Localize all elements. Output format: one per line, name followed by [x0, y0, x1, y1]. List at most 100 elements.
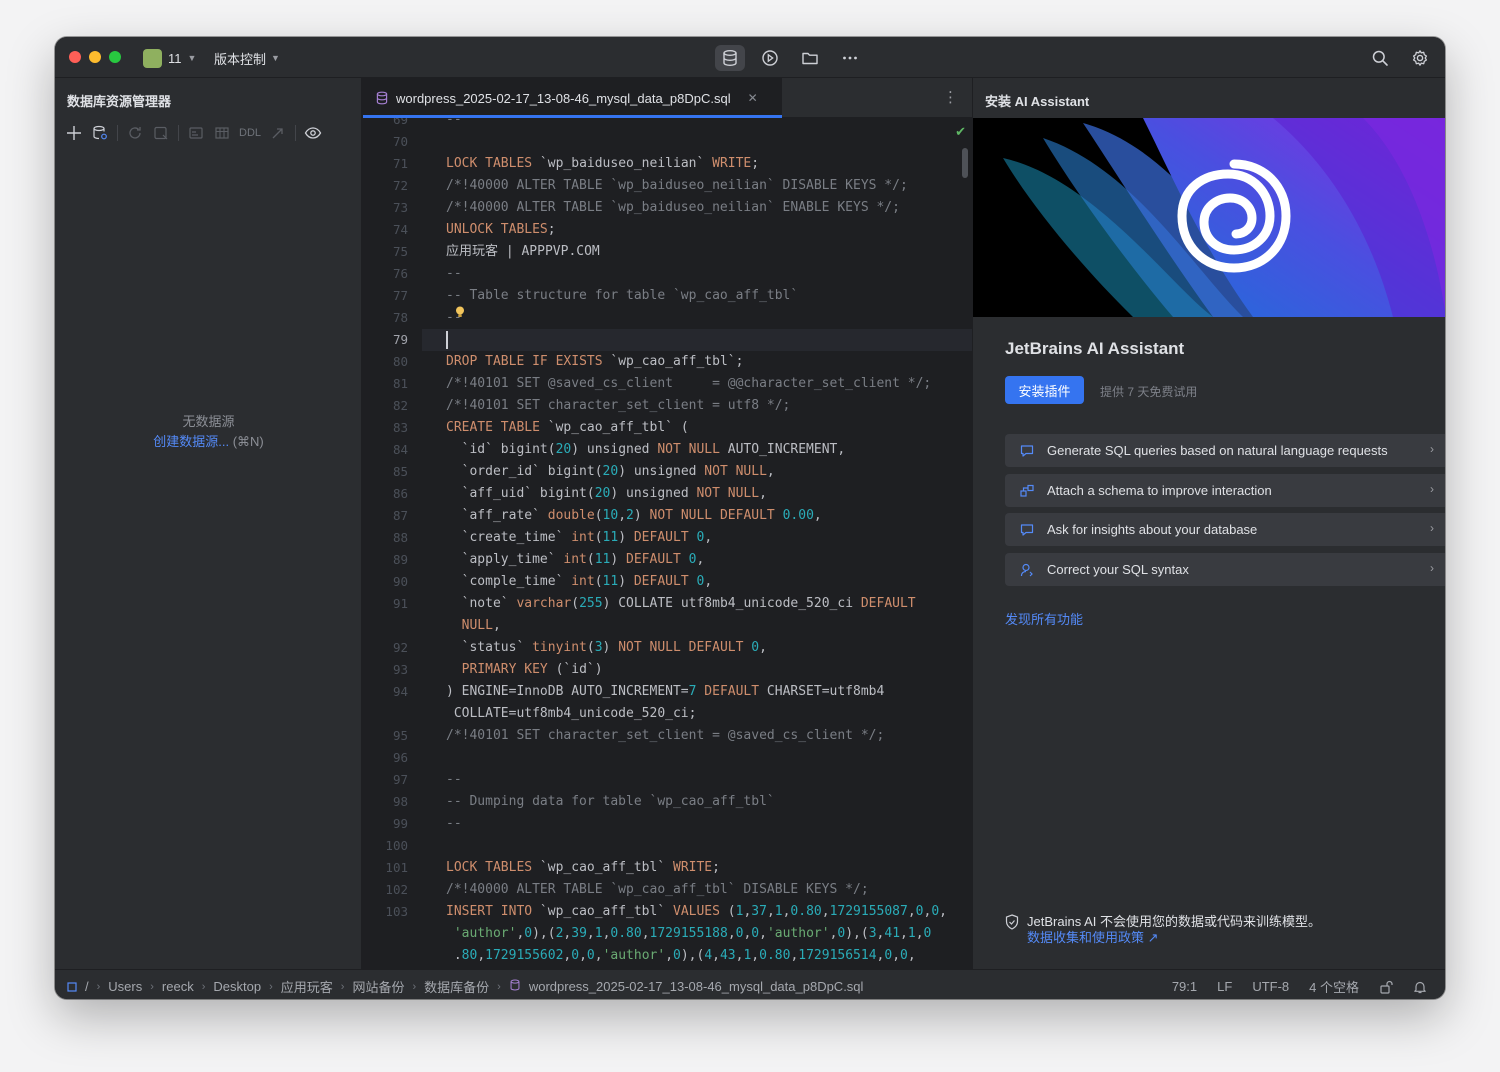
- person-icon: [1019, 562, 1035, 578]
- feature-label: Generate SQL queries based on natural la…: [1047, 443, 1388, 458]
- vcs-menu[interactable]: 版本控制 ▼: [214, 48, 280, 68]
- code-line: ) ENGINE=InnoDB AUTO_INCREMENT=7 DEFAULT…: [446, 684, 885, 699]
- data-source-properties-button[interactable]: [91, 124, 109, 142]
- database-explorer-panel: 数据库资源管理器 DDL 无数据源 创建数据源... (⌘N): [55, 78, 362, 969]
- chevron-down-icon: ▼: [187, 53, 197, 63]
- lightbulb-icon[interactable]: [455, 305, 465, 317]
- trial-text: 提供 7 天免费试用: [1100, 385, 1198, 399]
- code-line: --: [446, 266, 462, 281]
- center-toolbar: [715, 45, 865, 71]
- database-settings-icon: [93, 125, 107, 140]
- chevron-right-icon: ›: [412, 980, 417, 993]
- code-line: `aff_uid` bigint(20) unsigned NOT NULL,: [446, 486, 767, 501]
- jump-button[interactable]: [269, 124, 287, 142]
- chevron-right-icon: ›: [269, 980, 273, 993]
- line-number: 89: [392, 552, 408, 567]
- view-options-button[interactable]: [304, 124, 322, 142]
- services-button[interactable]: [755, 45, 785, 71]
- minimize-window-button[interactable]: [89, 51, 101, 63]
- chevron-right-icon: ›: [96, 980, 101, 993]
- caret-position[interactable]: 79:1: [1172, 979, 1197, 994]
- discover-features-link[interactable]: 发现所有功能: [1005, 609, 1083, 628]
- create-data-source-link[interactable]: 创建数据源...: [153, 434, 229, 449]
- product-name: JetBrains AI Assistant: [1005, 339, 1185, 358]
- more-button[interactable]: [835, 45, 865, 71]
- project-switcher[interactable]: 11 ▼: [143, 48, 196, 68]
- search-button[interactable]: [1365, 45, 1395, 71]
- unlock-icon[interactable]: [1379, 980, 1393, 994]
- view-data-button[interactable]: [187, 124, 205, 142]
- files-button[interactable]: [795, 45, 825, 71]
- code-line: /*!40101 SET character_set_client = @sav…: [446, 728, 885, 743]
- ddl-button[interactable]: DDL: [239, 127, 261, 139]
- feature-item-ask-insights[interactable]: Ask for insights about your database ›: [1005, 513, 1445, 546]
- code-line: UNLOCK TABLES;: [446, 222, 556, 237]
- install-plugin-button[interactable]: 安装插件: [1005, 376, 1084, 404]
- privacy-policy-link[interactable]: 数据收集和使用政策 ↗: [1027, 930, 1321, 946]
- breadcrumb-item[interactable]: 数据库备份: [424, 977, 489, 996]
- breadcrumb-item[interactable]: reeck: [162, 979, 194, 994]
- line-number: 73: [392, 200, 408, 215]
- close-window-button[interactable]: [69, 51, 81, 63]
- empty-text: 无数据源: [182, 414, 235, 429]
- code-line: LOCK TABLES `wp_cao_aff_tbl` WRITE;: [446, 860, 720, 875]
- chevron-right-icon: ›: [497, 980, 501, 993]
- indent-setting[interactable]: 4 个空格: [1309, 977, 1359, 996]
- refresh-button[interactable]: [126, 124, 144, 142]
- table-icon: [215, 127, 229, 139]
- feature-item-attach-schema[interactable]: Attach a schema to improve interaction ›: [1005, 474, 1445, 507]
- breadcrumb-item[interactable]: 应用玩客: [281, 977, 333, 996]
- sql-file-icon: [376, 91, 388, 105]
- code-line: --: [446, 816, 462, 831]
- explorer-toolbar: DDL: [65, 124, 322, 142]
- code-line: --: [446, 118, 462, 127]
- add-button[interactable]: [65, 124, 83, 142]
- breadcrumb-item[interactable]: 网站备份: [352, 977, 404, 996]
- database-icon: [723, 50, 737, 67]
- tab-options-icon[interactable]: ⋮: [943, 88, 958, 106]
- code-line: `status` tinyint(3) NOT NULL DEFAULT 0,: [446, 640, 767, 655]
- console-icon: [154, 126, 168, 140]
- file-encoding[interactable]: UTF-8: [1252, 979, 1289, 994]
- breadcrumb-item[interactable]: Users: [108, 979, 142, 994]
- line-number: 91: [392, 596, 408, 611]
- line-number: 71: [392, 156, 408, 171]
- play-circle-icon: [762, 50, 778, 66]
- line-number: 74: [392, 222, 408, 237]
- code-line: `order_id` bigint(20) unsigned NOT NULL,: [446, 464, 775, 479]
- feature-item-generate-sql[interactable]: Generate SQL queries based on natural la…: [1005, 434, 1445, 467]
- query-console-button[interactable]: [152, 124, 170, 142]
- breadcrumb-item[interactable]: Desktop: [213, 979, 261, 994]
- line-number: 88: [392, 530, 408, 545]
- settings-button[interactable]: [1405, 45, 1435, 71]
- table-button[interactable]: [213, 124, 231, 142]
- chevron-down-icon: ▼: [271, 53, 280, 63]
- code-line: PRIMARY KEY (`id`): [461, 662, 603, 677]
- notifications-bell-icon[interactable]: [1413, 980, 1427, 994]
- inspection-ok-icon[interactable]: ✔: [955, 124, 966, 140]
- chevron-right-icon: ›: [1430, 442, 1434, 456]
- code-area[interactable]: ✔ 69 -- 70 71 LOCK TABLES `wp_baiduseo_neili…: [362, 118, 972, 969]
- code-line: 应用玩客 | APPPVP.COM: [446, 244, 600, 259]
- editor-tab[interactable]: wordpress_2025-02-17_13-08-46_mysql_data…: [362, 78, 782, 118]
- line-number: 86: [392, 486, 408, 501]
- breadcrumb-item[interactable]: /: [85, 979, 89, 994]
- panel-title: 安装 AI Assistant: [985, 94, 1090, 109]
- database-button[interactable]: [715, 45, 745, 71]
- gear-icon: [1412, 50, 1428, 66]
- search-icon: [1372, 50, 1388, 66]
- project-root-icon: [67, 981, 77, 992]
- line-number: 99: [392, 816, 408, 831]
- close-tab-icon[interactable]: ✕: [748, 91, 758, 105]
- breadcrumb-item[interactable]: wordpress_2025-02-17_13-08-46_mysql_data…: [529, 979, 864, 994]
- editor-scrollbar[interactable]: [962, 148, 968, 178]
- line-number: 92: [392, 640, 408, 655]
- line-number: 83: [392, 420, 408, 435]
- chevron-right-icon: ›: [150, 980, 154, 993]
- line-number: 94: [392, 684, 408, 699]
- line-number: 96: [392, 750, 408, 765]
- ai-assistant-panel: 安装 AI Assistant JetBrains AI Assistant 安…: [972, 78, 1445, 969]
- feature-item-correct-syntax[interactable]: Correct your SQL syntax ›: [1005, 553, 1445, 586]
- line-ending[interactable]: LF: [1217, 979, 1232, 994]
- maximize-window-button[interactable]: [109, 51, 121, 63]
